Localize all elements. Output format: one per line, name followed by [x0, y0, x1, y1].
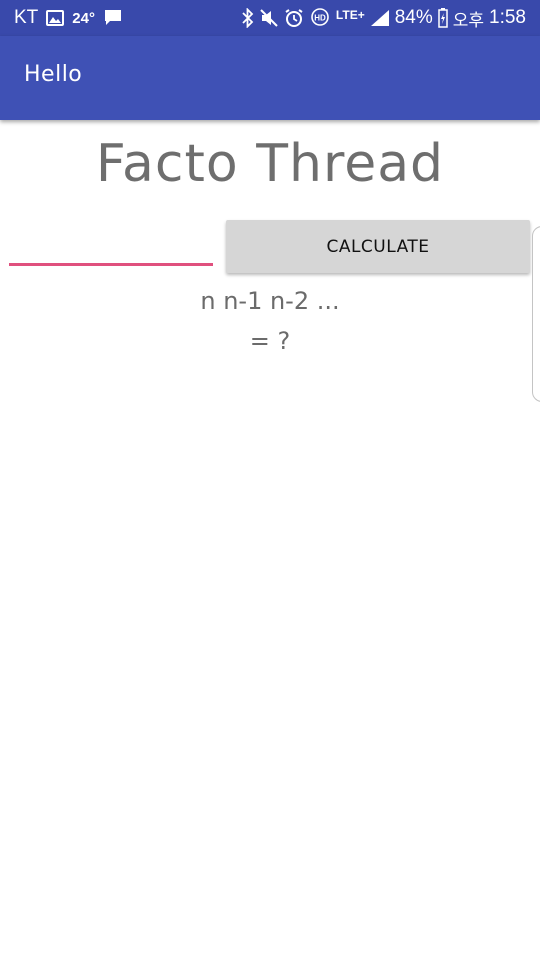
- app-title: Hello: [24, 62, 83, 87]
- result-text: = ?: [249, 327, 291, 355]
- status-bar-left: KT 24°: [14, 0, 123, 36]
- ampm-label: 오후: [452, 10, 485, 30]
- alarm-icon: [284, 8, 304, 28]
- svg-text:HD: HD: [314, 14, 326, 23]
- temperature-label: 24°: [72, 9, 95, 27]
- battery-percent-label: 84%: [394, 7, 433, 28]
- hd-voice-icon: HD: [309, 8, 331, 28]
- status-bar-right: HD LTE+ 84% 오후 1:58: [242, 0, 526, 36]
- carrier-label: KT: [14, 7, 39, 28]
- number-input[interactable]: [9, 222, 213, 266]
- gallery-icon: [46, 10, 65, 26]
- app-bar: Hello: [0, 36, 540, 120]
- signal-icon: [370, 9, 390, 27]
- edge-panel-handle[interactable]: [532, 226, 540, 402]
- calculate-button[interactable]: CALCULATE: [226, 220, 530, 273]
- battery-icon: [437, 8, 448, 28]
- app-screen: KT 24° HD LTE+ 84% 오후 1:58 Hello Facto T…: [0, 0, 540, 960]
- status-bar: KT 24° HD LTE+ 84% 오후 1:58: [0, 0, 540, 36]
- message-icon: [103, 9, 123, 27]
- mute-icon: [259, 8, 279, 28]
- clock-label: 1:58: [489, 7, 526, 28]
- page-title: Facto Thread: [95, 134, 445, 194]
- bluetooth-icon: [242, 8, 254, 28]
- network-type-label: LTE+: [335, 8, 365, 22]
- formula-text: n n-1 n-2 ...: [200, 287, 340, 315]
